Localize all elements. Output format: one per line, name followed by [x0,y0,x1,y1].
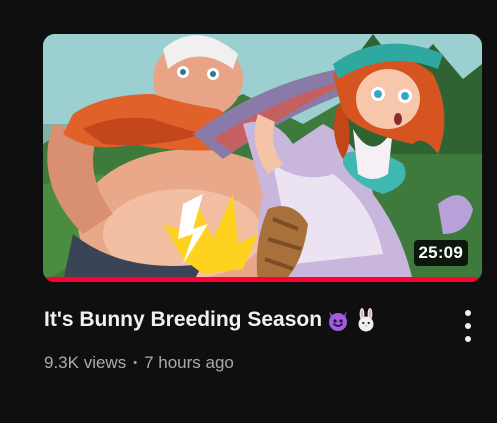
menu-dot [465,336,471,342]
menu-dot [465,310,471,316]
menu-dot [465,323,471,329]
upload-time: 7 hours ago [144,353,234,372]
meta-separator: • [133,357,138,369]
view-count: 9.3K views [44,353,127,372]
smiling-devil-emoji [329,311,348,331]
video-metadata: 9.3K views • 7 hours ago [44,351,234,375]
rabbit-emoji [358,308,374,332]
more-vertical-icon[interactable] [456,308,480,344]
video-title[interactable]: It's Bunny Breeding Season [44,305,322,335]
watch-progress-bar [43,277,482,282]
video-duration-badge: 25:09 [413,240,468,266]
video-thumbnail[interactable]: 25:09 [43,34,482,282]
video-card[interactable]: 25:09 It's Bunny Breeding Season 9.3K vi… [0,0,497,423]
video-title-row[interactable]: It's Bunny Breeding Season [44,305,378,335]
